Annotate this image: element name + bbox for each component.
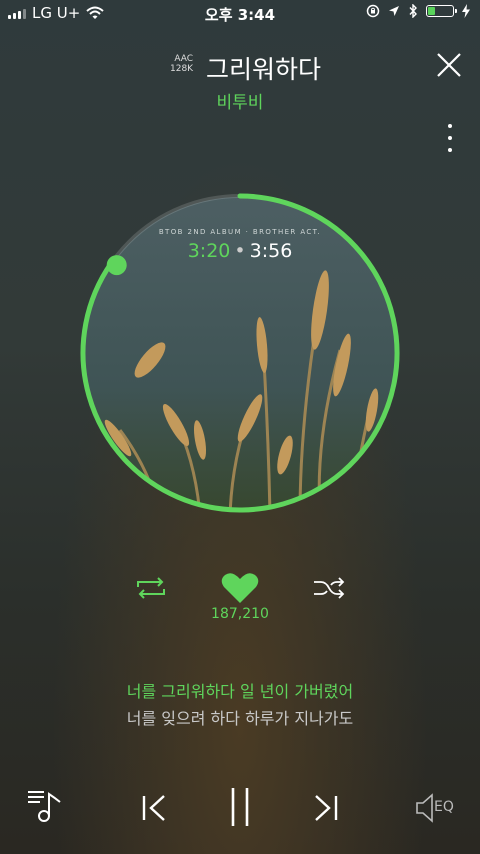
previous-icon[interactable]: [140, 794, 168, 822]
playlist-icon[interactable]: [26, 786, 66, 826]
repeat-icon[interactable]: [134, 576, 168, 600]
heart-icon[interactable]: [221, 572, 259, 604]
pause-icon[interactable]: [228, 786, 252, 828]
lyric-next[interactable]: 너를 잊으려 하다 하루가 지나가도: [0, 705, 480, 729]
eq-icon: [416, 793, 433, 823]
playback-time: 3:20 • 3:56: [0, 240, 480, 262]
playback-controls: EQ: [0, 780, 480, 840]
shuffle-icon[interactable]: [312, 576, 346, 600]
album-caption: BTOB 2ND ALBUM · BROTHER ACT.: [158, 228, 322, 236]
total-time: 3:56: [249, 240, 293, 262]
current-time: 3:20: [187, 240, 231, 262]
eq-label: EQ: [434, 799, 454, 815]
next-icon[interactable]: [312, 794, 340, 822]
eq-button[interactable]: EQ: [414, 792, 464, 824]
time-separator: •: [234, 240, 246, 262]
lyric-current[interactable]: 너를 그리워하다 일 년이 가버렸어: [0, 678, 480, 702]
album-cover-ring: [80, 193, 400, 513]
like-count: 187,210: [211, 606, 269, 622]
